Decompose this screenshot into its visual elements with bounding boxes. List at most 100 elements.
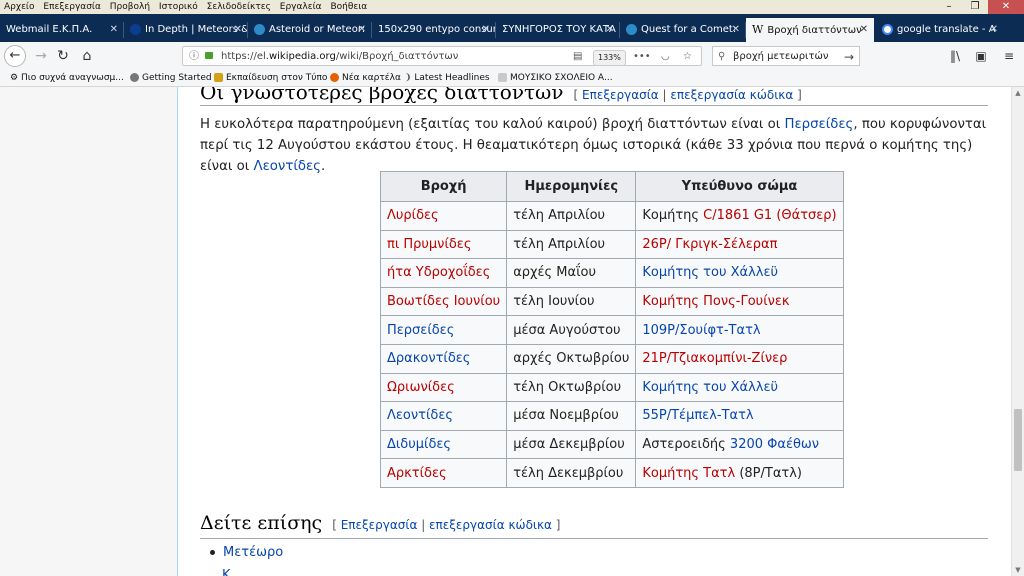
- lock-icon: [205, 52, 213, 59]
- url-bar[interactable]: ⓘ https://el.wikipedia.org/wiki/Βροχή_δι…: [182, 46, 702, 66]
- close-tab-icon[interactable]: ✕: [358, 18, 366, 42]
- parent-body-link[interactable]: 55P/Τέμπελ-Τατλ: [642, 408, 753, 423]
- reload-icon[interactable]: ↻: [52, 46, 74, 66]
- close-tab-icon[interactable]: ✕: [606, 18, 614, 42]
- tab-quest-comet[interactable]: Quest for a Comet: ✕: [620, 18, 746, 42]
- bookmark-latest-headlines[interactable]: ❩ Latest Headlines: [404, 70, 490, 86]
- shower-cell: Περσείδες: [379, 315, 508, 345]
- close-tab-icon[interactable]: ✕: [990, 18, 998, 42]
- menu-help[interactable]: Βοήθεια: [330, 2, 367, 12]
- tab-google-translate[interactable]: google translate - A ✕: [876, 18, 1004, 42]
- parent-body-link[interactable]: C/1861 G1 (Θάτσερ): [703, 208, 836, 223]
- parent-body-link[interactable]: 21P/Τζιακομπίνι-Ζίνερ: [642, 351, 787, 366]
- scroll-up-icon[interactable]: ▲: [1012, 87, 1024, 99]
- bookmark-new-tab[interactable]: Νέα καρτέλα: [330, 70, 401, 86]
- heading-divider: [200, 538, 988, 539]
- close-window-icon[interactable]: ✕: [988, 0, 1024, 14]
- tab-wikipedia-active[interactable]: W Βροχή διαττόντων ✕: [746, 18, 874, 42]
- globe-favicon-icon: [254, 23, 265, 35]
- link-leonids[interactable]: Λεοντίδες: [253, 159, 320, 174]
- close-tab-icon[interactable]: ✕: [732, 18, 740, 42]
- bookmark-getting-started[interactable]: Getting Started: [130, 70, 212, 86]
- shower-link[interactable]: Περσείδες: [387, 323, 454, 338]
- edit-link[interactable]: Επεξεργασία: [341, 518, 418, 532]
- bookmark-mousiko-sxoleio[interactable]: ΜΟΥΣΙΚΟ ΣΧΟΛΕΙΟ Α...: [498, 70, 613, 86]
- hamburger-menu-icon[interactable]: ≡: [1000, 46, 1018, 66]
- parent-body-link[interactable]: 109P/Σουίφτ-Τατλ: [642, 323, 760, 338]
- scrollbar-thumb[interactable]: [1014, 409, 1022, 471]
- scroll-down-icon[interactable]: ▼: [1012, 564, 1024, 576]
- menu-view[interactable]: Προβολή: [110, 2, 150, 12]
- shower-link[interactable]: Λεοντίδες: [387, 408, 453, 423]
- search-input[interactable]: βροχή μετεωριτών: [733, 47, 828, 67]
- close-tab-icon[interactable]: ✕: [110, 18, 118, 42]
- menu-bookmarks[interactable]: Σελιδοδείκτες: [207, 2, 271, 12]
- bookmark-star-icon[interactable]: ☆: [683, 47, 692, 67]
- forward-arrow-icon[interactable]: →: [30, 46, 52, 66]
- shower-link[interactable]: Δρακοντίδες: [387, 351, 470, 366]
- parent-body-cell: Κομήτης Πονς-Γουίνεκ: [635, 286, 844, 317]
- search-bar[interactable]: ⚲ βροχή μετεωριτών →: [712, 46, 860, 66]
- folder-icon: [214, 73, 223, 82]
- shower-link[interactable]: Διδυμίδες: [387, 437, 451, 452]
- parent-body-link[interactable]: Κομήτης του Χάλλεϋ: [642, 265, 778, 280]
- page-scrollbar[interactable]: ▲ ▼: [1011, 87, 1024, 576]
- dates-cell: μέσα Δεκεμβρίου: [506, 429, 637, 460]
- shower-link[interactable]: Βοωτίδες Ιουνίου: [387, 294, 500, 309]
- menu-history[interactable]: Ιστορικό: [159, 2, 198, 12]
- tab-nasa-meteors[interactable]: In Depth | Meteors & ✕: [124, 18, 248, 42]
- close-tab-icon[interactable]: ✕: [860, 18, 868, 42]
- shower-link[interactable]: ήτα Υδροχοΐδες: [387, 265, 490, 280]
- info-icon[interactable]: ⓘ: [189, 47, 199, 67]
- shower-cell: Διδυμίδες: [379, 429, 508, 460]
- edit-source-link[interactable]: επεξεργασία κώδικα: [429, 518, 552, 532]
- edit-source-link[interactable]: επεξεργασία κώδικα: [670, 88, 793, 102]
- bookmark-ekpaideusi[interactable]: Εκπαίδευση στον Τύπο: [214, 70, 327, 86]
- tab-webmail[interactable]: Webmail Ε.Κ.Π.Α. ✕: [0, 18, 124, 42]
- edit-link[interactable]: Επεξεργασία: [582, 88, 659, 102]
- pocket-icon[interactable]: ◡: [661, 47, 670, 67]
- shower-link[interactable]: Αρκτίδες: [387, 466, 447, 481]
- wiki-sidebar: [0, 87, 178, 576]
- parent-body-link[interactable]: 26P/ Γκριγκ-Σέλεραπ: [642, 237, 777, 252]
- parent-body-link[interactable]: 3200 Φαέθων: [730, 437, 819, 452]
- zoom-level[interactable]: 133%: [593, 50, 626, 66]
- link-meteoro[interactable]: Μετέωρο: [223, 545, 283, 560]
- table-row: ήτα Υδροχοΐδες αρχές Μαΐου Κομήτης του Χάλ…: [379, 258, 844, 288]
- restore-icon[interactable]: ❐: [962, 0, 988, 14]
- bookmark-most-visited[interactable]: ⚙ Πιο συχνά αναγνωσμ...: [10, 70, 124, 86]
- tab-entypo[interactable]: 150x290 entypo consum ✕: [372, 18, 496, 42]
- bullet-icon: [210, 550, 215, 555]
- minimize-icon[interactable]: –: [936, 0, 962, 14]
- close-tab-icon[interactable]: ✕: [482, 18, 490, 42]
- shower-cell: Λυρίδες: [379, 201, 508, 231]
- shower-link[interactable]: Ωριωνίδες: [387, 380, 455, 395]
- link-perseids[interactable]: Περσείδες: [784, 117, 853, 132]
- menu-tools[interactable]: Εργαλεία: [280, 2, 322, 12]
- parent-body-link[interactable]: Κομήτης του Χάλλεϋ: [642, 380, 778, 395]
- parent-body-link[interactable]: Κομήτης Πονς-Γουίνεκ: [642, 294, 789, 309]
- reader-view-icon[interactable]: ▤: [573, 47, 582, 67]
- shower-link[interactable]: Λυρίδες: [387, 208, 439, 223]
- close-tab-icon[interactable]: ✕: [234, 18, 242, 42]
- sidebar-icon[interactable]: ▣: [972, 46, 990, 66]
- shower-link[interactable]: πι Πρυμνίδες: [387, 237, 471, 252]
- parent-body-link[interactable]: Κομήτης Τατλ: [642, 466, 735, 481]
- page-actions-icon[interactable]: •••: [633, 47, 651, 67]
- dates-cell: τέλη Δεκεμβρίου: [506, 458, 637, 488]
- bookmarks-toolbar: ⚙ Πιο συχνά αναγνωσμ... Getting Started …: [0, 70, 1024, 87]
- table-row: Βοωτίδες Ιουνίου τέλη Ιουνίου Κομήτης Πονς…: [379, 286, 844, 317]
- parent-body-cell: Αστεροειδής 3200 Φαέθων: [635, 429, 844, 460]
- wikipedia-favicon-icon: W: [752, 23, 764, 36]
- search-go-arrow-icon[interactable]: →: [844, 47, 854, 67]
- home-icon[interactable]: ⌂: [76, 46, 98, 66]
- back-arrow-icon[interactable]: ←: [4, 45, 26, 67]
- dates-cell: αρχές Μαΐου: [506, 258, 637, 288]
- menu-edit[interactable]: Επεξεργασία: [43, 2, 101, 12]
- tab-asteroid-meteor[interactable]: Asteroid or Meteor: ✕: [248, 18, 372, 42]
- menu-file[interactable]: Αρχείο: [4, 2, 35, 12]
- tab-synigoros[interactable]: ΣΥΝΗΓΟΡΟΣ ΤΟΥ ΚΑΤΑ ✕: [496, 18, 620, 42]
- library-icon[interactable]: ‖\: [946, 46, 964, 66]
- firefox-icon: [330, 73, 339, 82]
- see-also-item-cut[interactable]: Κ...: [222, 568, 243, 576]
